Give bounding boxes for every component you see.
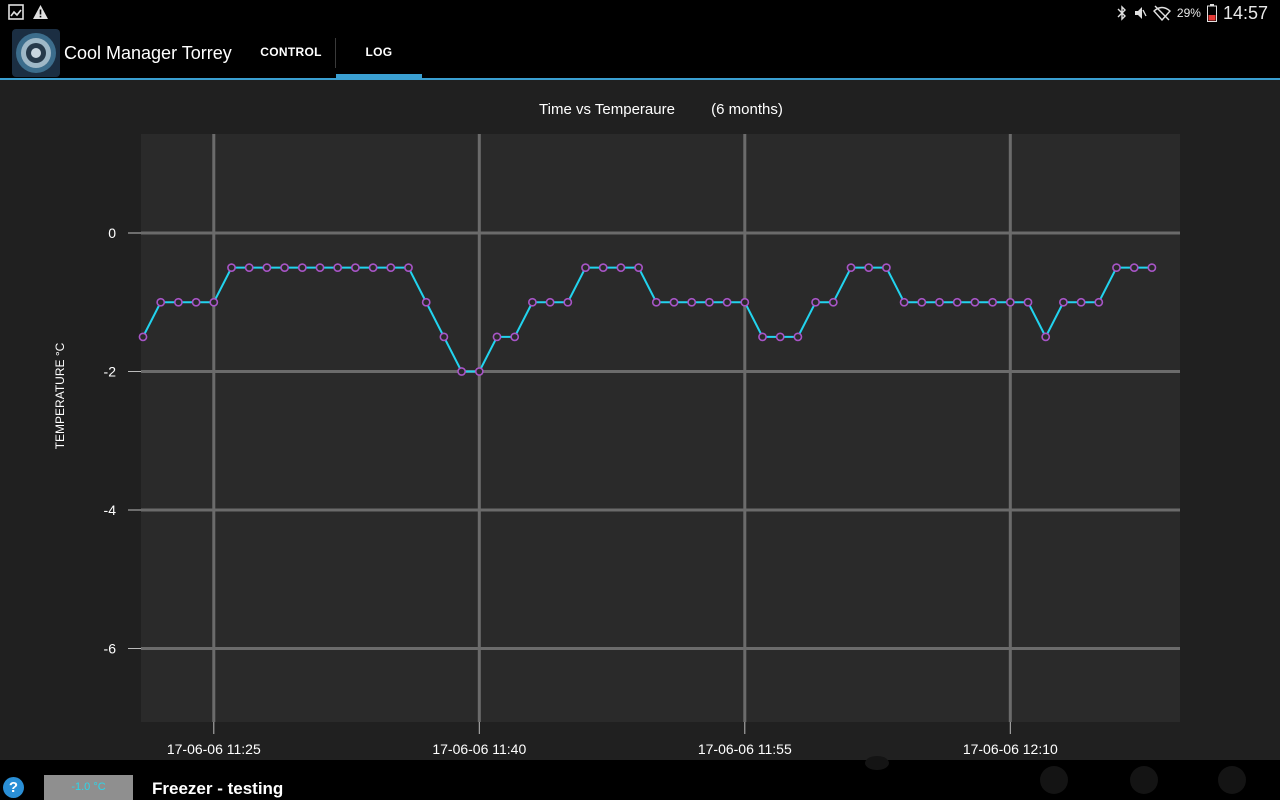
data-point[interactable] xyxy=(988,297,997,307)
app-title: Cool Manager Torrey xyxy=(64,43,232,63)
data-point[interactable] xyxy=(705,297,714,307)
data-point[interactable] xyxy=(1094,297,1104,307)
data-point[interactable] xyxy=(297,263,307,273)
data-point[interactable] xyxy=(634,263,643,273)
tab-control-label: CONTROL xyxy=(260,45,322,59)
battery-icon xyxy=(1206,4,1217,22)
decorative-dot xyxy=(1218,766,1246,794)
tab-control[interactable]: CONTROL xyxy=(247,26,335,78)
data-point[interactable] xyxy=(474,367,484,376)
data-point[interactable] xyxy=(315,263,325,273)
x-tick-label: 17-06-06 11:55 xyxy=(698,741,792,757)
decorative-dot xyxy=(865,756,889,770)
clock: 14:57 xyxy=(1222,2,1268,23)
data-point[interactable] xyxy=(191,297,201,307)
data-point[interactable] xyxy=(457,367,466,376)
data-point[interactable] xyxy=(1147,263,1157,273)
current-temperature: -1.0 °C xyxy=(44,775,133,800)
decorative-dot xyxy=(1130,766,1158,794)
data-point[interactable] xyxy=(1059,297,1068,307)
y-tick-label: 0 xyxy=(108,225,116,241)
y-tick-label: -4 xyxy=(104,502,117,518)
plot-area xyxy=(141,134,1180,722)
x-tick-label: 17-06-06 12:10 xyxy=(963,741,1058,757)
data-point[interactable] xyxy=(864,263,874,273)
help-button[interactable]: ? xyxy=(3,777,24,798)
data-point[interactable] xyxy=(775,332,785,342)
data-point[interactable] xyxy=(970,297,980,307)
data-point[interactable] xyxy=(333,263,343,273)
data-point[interactable] xyxy=(899,297,909,307)
data-point[interactable] xyxy=(1076,297,1086,307)
data-point[interactable] xyxy=(811,297,820,307)
y-axis-label: TEMPERATURE °C xyxy=(53,342,67,449)
data-point[interactable] xyxy=(1041,332,1051,342)
log-chart-panel: Time vs Temperaure (6 months) TEMPERATUR… xyxy=(0,80,1280,760)
data-point[interactable] xyxy=(581,263,590,273)
data-point[interactable] xyxy=(510,332,520,342)
decorative-dot xyxy=(1040,766,1068,794)
data-point[interactable] xyxy=(545,297,555,307)
status-bar-right: 29% 14:57 xyxy=(1117,2,1268,24)
action-bar: Cool Manager Torrey CONTROL LOG xyxy=(0,26,1280,80)
data-point[interactable] xyxy=(1023,297,1033,307)
battery-percent: 29% xyxy=(1176,6,1201,20)
data-point[interactable] xyxy=(669,297,679,307)
data-point[interactable] xyxy=(156,297,166,307)
mute-icon xyxy=(1134,7,1147,19)
data-point[interactable] xyxy=(616,263,626,273)
chart-title: Time vs Temperaure xyxy=(539,101,675,118)
app-logo-icon[interactable] xyxy=(12,29,60,77)
bluetooth-icon xyxy=(1117,5,1126,21)
data-point[interactable] xyxy=(740,297,750,307)
data-point[interactable] xyxy=(1112,263,1121,273)
data-point[interactable] xyxy=(952,297,962,307)
chart-subtitle: (6 months) xyxy=(711,101,783,118)
data-point[interactable] xyxy=(244,263,254,273)
data-point[interactable] xyxy=(935,297,944,307)
data-point[interactable] xyxy=(917,297,927,307)
y-tick-label: -6 xyxy=(104,641,117,657)
data-point[interactable] xyxy=(563,297,573,307)
data-point[interactable] xyxy=(439,332,449,342)
data-point[interactable] xyxy=(828,297,838,307)
y-tick-label: -2 xyxy=(104,364,117,380)
bottom-bar: ? -1.0 °C Freezer - testing xyxy=(0,756,1280,800)
device-name: Freezer - testing xyxy=(152,779,284,798)
status-bar: 29% 14:57 xyxy=(0,0,1280,26)
data-point[interactable] xyxy=(280,263,289,273)
data-point[interactable] xyxy=(404,263,413,273)
data-point[interactable] xyxy=(687,297,697,307)
data-point[interactable] xyxy=(793,332,803,342)
data-point[interactable] xyxy=(386,263,396,273)
data-point[interactable] xyxy=(227,263,236,273)
data-point[interactable] xyxy=(421,297,431,307)
warning-icon xyxy=(33,5,48,19)
data-point[interactable] xyxy=(350,263,360,273)
data-point[interactable] xyxy=(492,332,502,342)
data-point[interactable] xyxy=(1129,263,1139,273)
data-point[interactable] xyxy=(598,263,608,273)
data-point[interactable] xyxy=(846,263,856,273)
data-point[interactable] xyxy=(262,263,272,273)
temperature-chart[interactable]: Time vs Temperaure (6 months) TEMPERATUR… xyxy=(0,80,1280,760)
tab-log-label: LOG xyxy=(365,45,393,59)
data-point[interactable] xyxy=(651,297,661,307)
data-point[interactable] xyxy=(882,263,891,273)
data-point[interactable] xyxy=(1005,297,1015,307)
data-point[interactable] xyxy=(758,332,767,342)
data-point[interactable] xyxy=(209,297,219,307)
x-tick-label: 17-06-06 11:25 xyxy=(167,741,261,757)
tab-log[interactable]: LOG xyxy=(336,26,422,78)
x-tick-label: 17-06-06 11:40 xyxy=(432,741,526,757)
data-point[interactable] xyxy=(528,297,537,307)
data-point[interactable] xyxy=(368,263,378,273)
data-point[interactable] xyxy=(722,297,732,307)
gallery-icon xyxy=(8,4,24,20)
data-point[interactable] xyxy=(173,297,183,307)
wifi-off-icon xyxy=(1152,5,1171,21)
data-point[interactable] xyxy=(138,332,148,342)
